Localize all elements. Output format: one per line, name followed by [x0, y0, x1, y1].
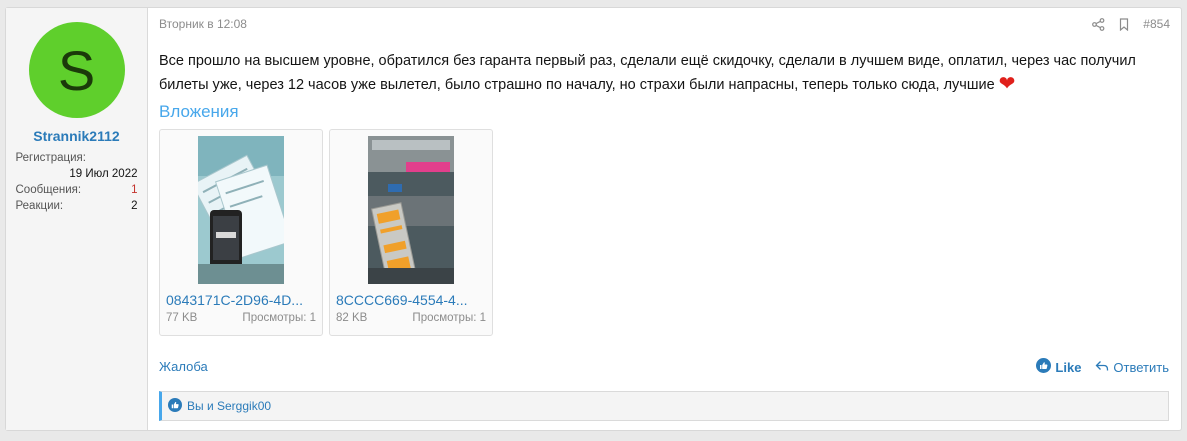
reactions-label: Реакции: — [15, 200, 64, 212]
attachment-thumbnail[interactable] — [330, 130, 492, 290]
messages-label: Сообщения: — [15, 184, 82, 196]
post-header: Вторник в 12:08 #854 — [159, 17, 1170, 31]
like-icon — [1036, 358, 1052, 376]
attachment-views: Просмотры: 1 — [242, 312, 316, 324]
like-label: Like — [1055, 359, 1082, 375]
post-card: S Strannik2112 Регистрация: 19 Июл 2022 … — [5, 7, 1182, 431]
post-main: Вторник в 12:08 #854 Все прошло на высше… — [148, 8, 1181, 430]
attachment-name[interactable]: 0843171C-2D96-4D... — [160, 290, 322, 308]
attachment-size: 77 KB — [166, 312, 198, 324]
reactions-count: 2 — [131, 200, 138, 212]
registration-date: 19 Июл 2022 — [69, 168, 138, 180]
reply-icon — [1095, 360, 1109, 375]
messages-count: 1 — [131, 184, 138, 196]
heart-emoji: ❤ — [998, 73, 1016, 95]
post-message: Все прошло на высшем уровне, обратился б… — [159, 50, 1161, 97]
attachment-name[interactable]: 8CCCC669-4554-4... — [330, 290, 492, 308]
reply-label: Ответить — [1113, 359, 1169, 375]
like-button[interactable]: Like — [1036, 358, 1081, 376]
report-link[interactable]: Жалоба — [159, 359, 208, 374]
post-actions: Like Ответить — [1036, 358, 1169, 376]
post-text: Все прошло на высшем уровне, обратился б… — [159, 53, 1136, 93]
share-icon[interactable] — [1092, 17, 1105, 31]
username-link[interactable]: Strannik2112 — [33, 128, 119, 144]
avatar-letter: S — [57, 38, 96, 102]
attachment-card[interactable]: 8CCCC669-4554-4... 82 KB Просмотры: 1 — [329, 129, 493, 336]
attachment-card[interactable]: 0843171C-2D96-4D... 77 KB Просмотры: 1 — [159, 129, 323, 336]
post-number[interactable]: #854 — [1143, 17, 1170, 31]
attachment-views: Просмотры: 1 — [412, 312, 486, 324]
post-timestamp[interactable]: Вторник в 12:08 — [159, 17, 247, 31]
bookmark-icon[interactable] — [1119, 17, 1129, 31]
user-stats: Регистрация: 19 Июл 2022 Сообщения: 1 Ре… — [16, 150, 138, 214]
reply-button[interactable]: Ответить — [1095, 360, 1169, 375]
registration-label: Регистрация: — [15, 152, 86, 164]
reactions-bar[interactable]: Вы и Serggik00 — [159, 391, 1169, 421]
attachments-title: Вложения — [159, 102, 239, 121]
reactions-text[interactable]: Вы и Serggik00 — [187, 399, 271, 413]
avatar[interactable]: S — [28, 22, 125, 118]
attachment-thumbnail[interactable] — [160, 130, 322, 290]
attachment-size: 82 KB — [336, 312, 368, 324]
user-panel: S Strannik2112 Регистрация: 19 Июл 2022 … — [6, 8, 148, 430]
like-icon — [168, 397, 182, 415]
